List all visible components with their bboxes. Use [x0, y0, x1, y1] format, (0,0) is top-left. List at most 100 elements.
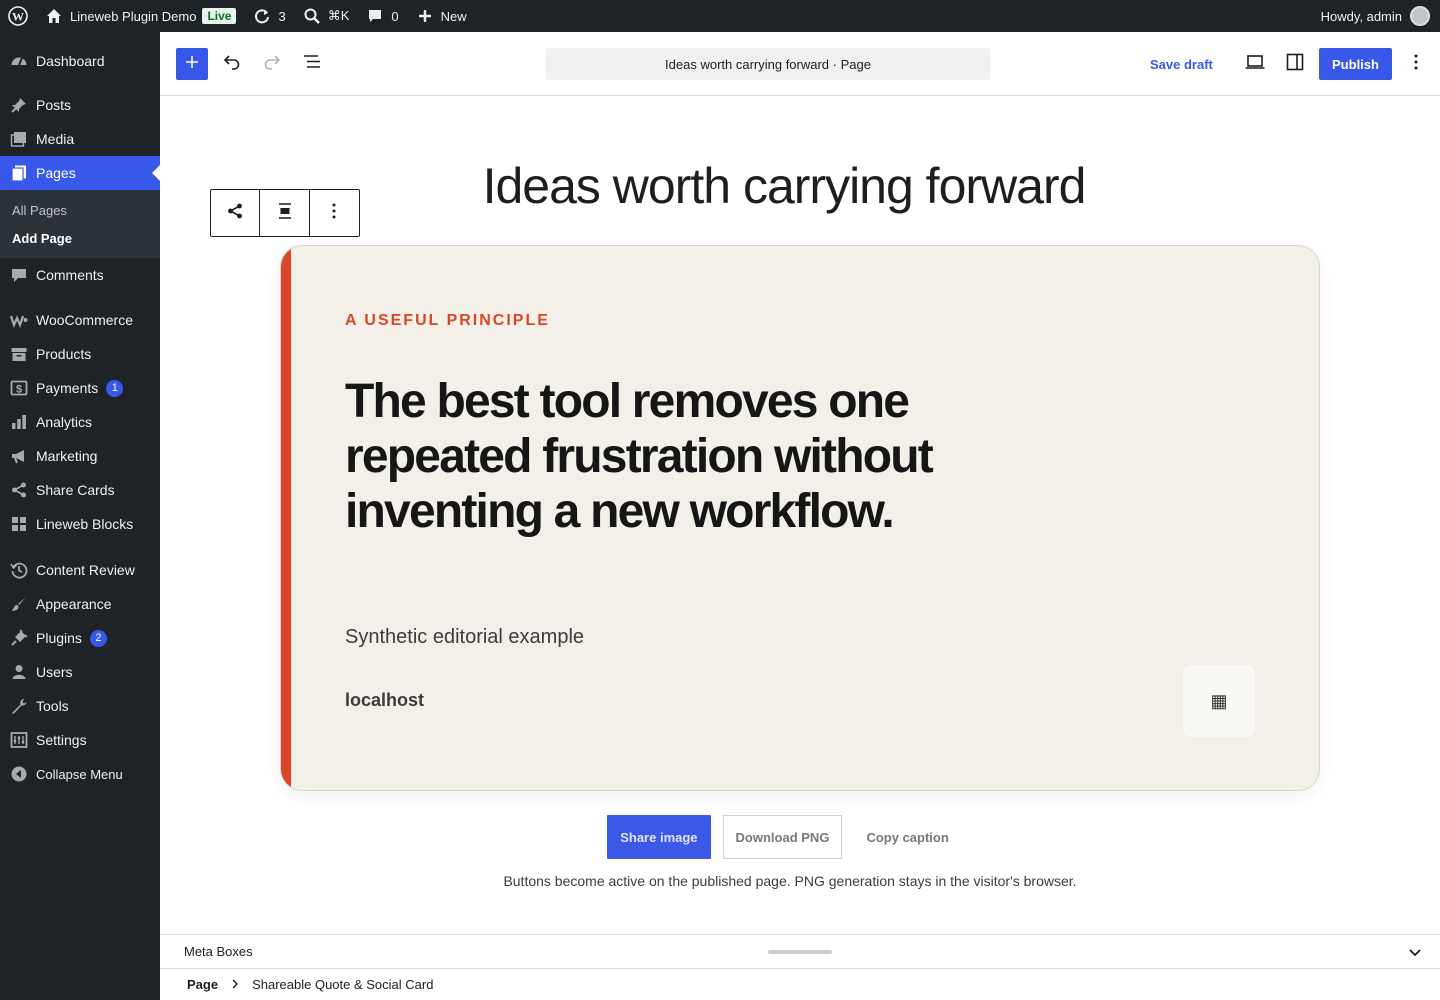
block-toolbar — [210, 189, 360, 237]
site-name: Lineweb Plugin Demo — [70, 8, 197, 24]
megaphone-icon — [10, 447, 28, 465]
sidebar-item-comments[interactable]: Comments — [0, 258, 160, 292]
sidebar-item-marketing[interactable]: Marketing — [0, 439, 160, 473]
greeting: Howdy, admin — [1320, 8, 1402, 24]
sidebar-item-woocommerce[interactable]: WooCommerce — [0, 303, 160, 337]
submenu-all-pages[interactable]: All Pages — [0, 196, 160, 224]
breadcrumb-root[interactable]: Page — [187, 977, 218, 992]
redo-button[interactable] — [256, 48, 288, 80]
command-search[interactable]: ⌘K — [294, 0, 358, 32]
grid-icon — [10, 515, 28, 533]
sidebar-item-label: Appearance — [36, 596, 112, 612]
admin-sidebar: Dashboard Posts Media Pages All Pages Ad… — [0, 32, 160, 1000]
sidebar-item-share-cards[interactable]: Share Cards — [0, 473, 160, 507]
download-png-button[interactable]: Download PNG — [722, 815, 843, 859]
sidebar-item-dashboard[interactable]: Dashboard — [0, 44, 160, 78]
history-icon — [10, 561, 28, 579]
svg-text:W: W — [12, 10, 24, 24]
sidebar-item-content-review[interactable]: Content Review — [0, 553, 160, 587]
sidebar-item-posts[interactable]: Posts — [0, 88, 160, 122]
comments-link[interactable]: 0 — [357, 0, 406, 32]
sidebar-item-settings[interactable]: Settings — [0, 723, 160, 757]
document-overview-button[interactable] — [296, 48, 328, 80]
resize-handle[interactable] — [768, 950, 832, 954]
admin-bar: W Lineweb Plugin Demo Live 3 ⌘K 0 New Ho… — [0, 0, 1440, 32]
refresh-icon — [252, 6, 272, 26]
sidebar-item-analytics[interactable]: Analytics — [0, 405, 160, 439]
svg-text:$: $ — [16, 384, 22, 396]
meta-boxes-label: Meta Boxes — [184, 944, 253, 959]
submenu-add-page[interactable]: Add Page — [0, 224, 160, 252]
block-breadcrumb: Page Shareable Quote & Social Card — [160, 968, 1440, 1000]
chevron-right-icon — [230, 977, 240, 992]
card-quote: The best tool removes one repeated frust… — [345, 375, 934, 538]
search-shortcut: ⌘K — [327, 8, 350, 23]
sidebar-item-products[interactable]: Products — [0, 337, 160, 371]
sidebar-item-label: Analytics — [36, 414, 93, 430]
comment-icon — [10, 266, 28, 284]
copy-caption-button[interactable]: Copy caption — [854, 815, 960, 859]
card-domain: localhost — [345, 690, 425, 710]
dashboard-icon — [10, 52, 28, 70]
document-title: Ideas worth carrying forward · Page — [665, 56, 871, 72]
sidebar-item-label: Settings — [36, 732, 87, 748]
more-vertical-icon — [331, 202, 337, 225]
woocommerce-icon — [10, 311, 28, 329]
sidebar-item-plugins[interactable]: Plugins 2 — [0, 621, 160, 655]
more-vertical-icon — [1413, 53, 1419, 76]
breadcrumb-current[interactable]: Shareable Quote & Social Card — [252, 977, 433, 992]
sidebar-item-lineweb-blocks[interactable]: Lineweb Blocks — [0, 507, 160, 541]
sidebar-item-label: Share Cards — [36, 482, 115, 498]
collapse-icon — [10, 765, 28, 783]
sidebar-item-tools[interactable]: Tools — [0, 689, 160, 723]
site-name-link[interactable]: Lineweb Plugin Demo Live — [36, 0, 244, 32]
live-badge: Live — [202, 8, 237, 24]
new-content-link[interactable]: New — [407, 0, 475, 32]
sidebar-item-label: Dashboard — [36, 53, 105, 69]
wordpress-icon: W — [8, 6, 28, 26]
list-view-icon — [302, 52, 322, 77]
undo-icon — [222, 52, 242, 77]
bar-chart-icon — [10, 413, 28, 431]
sidebar-item-media[interactable]: Media — [0, 122, 160, 156]
comment-icon — [365, 6, 385, 26]
block-options-button[interactable] — [310, 190, 359, 236]
quote-card[interactable]: A USEFUL PRINCIPLE The best tool removes… — [280, 245, 1320, 791]
my-account[interactable]: Howdy, admin — [1321, 6, 1440, 26]
sidebar-item-label: Content Review — [36, 562, 135, 578]
settings-sidebar-button[interactable] — [1279, 48, 1311, 80]
updates-link[interactable]: 3 — [244, 0, 293, 32]
editor-canvas: Ideas worth carrying forward A USEFUL PR… — [160, 97, 1440, 933]
wordpress-logo[interactable]: W — [0, 0, 36, 32]
sidebar-item-label: Users — [36, 664, 73, 680]
undo-button[interactable] — [216, 48, 248, 80]
chevron-down-icon[interactable] — [1406, 943, 1424, 961]
document-title-bar[interactable]: Ideas worth carrying forward · Page — [546, 48, 990, 80]
card-accent-bar — [281, 246, 291, 790]
sidebar-item-label: Lineweb Blocks — [36, 516, 134, 532]
qr-code-icon: ▦ — [1210, 690, 1228, 711]
wrench-icon — [10, 697, 28, 715]
pin-icon — [10, 96, 28, 114]
share-note: Buttons become active on the published p… — [503, 873, 1077, 889]
card-attribution: Synthetic editorial example — [345, 626, 585, 648]
payments-badge: 1 — [106, 379, 124, 397]
sidebar-item-appearance[interactable]: Appearance — [0, 587, 160, 621]
sidebar-item-label: Comments — [36, 267, 104, 283]
block-type-button[interactable] — [211, 190, 261, 236]
options-menu-button[interactable] — [1400, 48, 1432, 80]
sidebar-item-pages[interactable]: Pages — [0, 156, 160, 190]
comments-count: 0 — [391, 8, 399, 24]
block-inserter-button[interactable] — [176, 48, 208, 80]
sidebar-item-label: Marketing — [36, 448, 98, 464]
plug-icon — [10, 629, 28, 647]
share-image-button[interactable]: Share image — [607, 815, 711, 859]
sidebar-collapse-menu[interactable]: Collapse Menu — [0, 757, 160, 791]
sidebar-item-payments[interactable]: $ Payments 1 — [0, 371, 160, 405]
save-draft-button[interactable]: Save draft — [1144, 48, 1219, 80]
sidebar-item-users[interactable]: Users — [0, 655, 160, 689]
preview-button[interactable] — [1239, 48, 1271, 80]
align-button[interactable] — [260, 190, 310, 236]
publish-button[interactable]: Publish — [1319, 48, 1392, 80]
meta-boxes-panel[interactable]: Meta Boxes — [160, 934, 1440, 968]
